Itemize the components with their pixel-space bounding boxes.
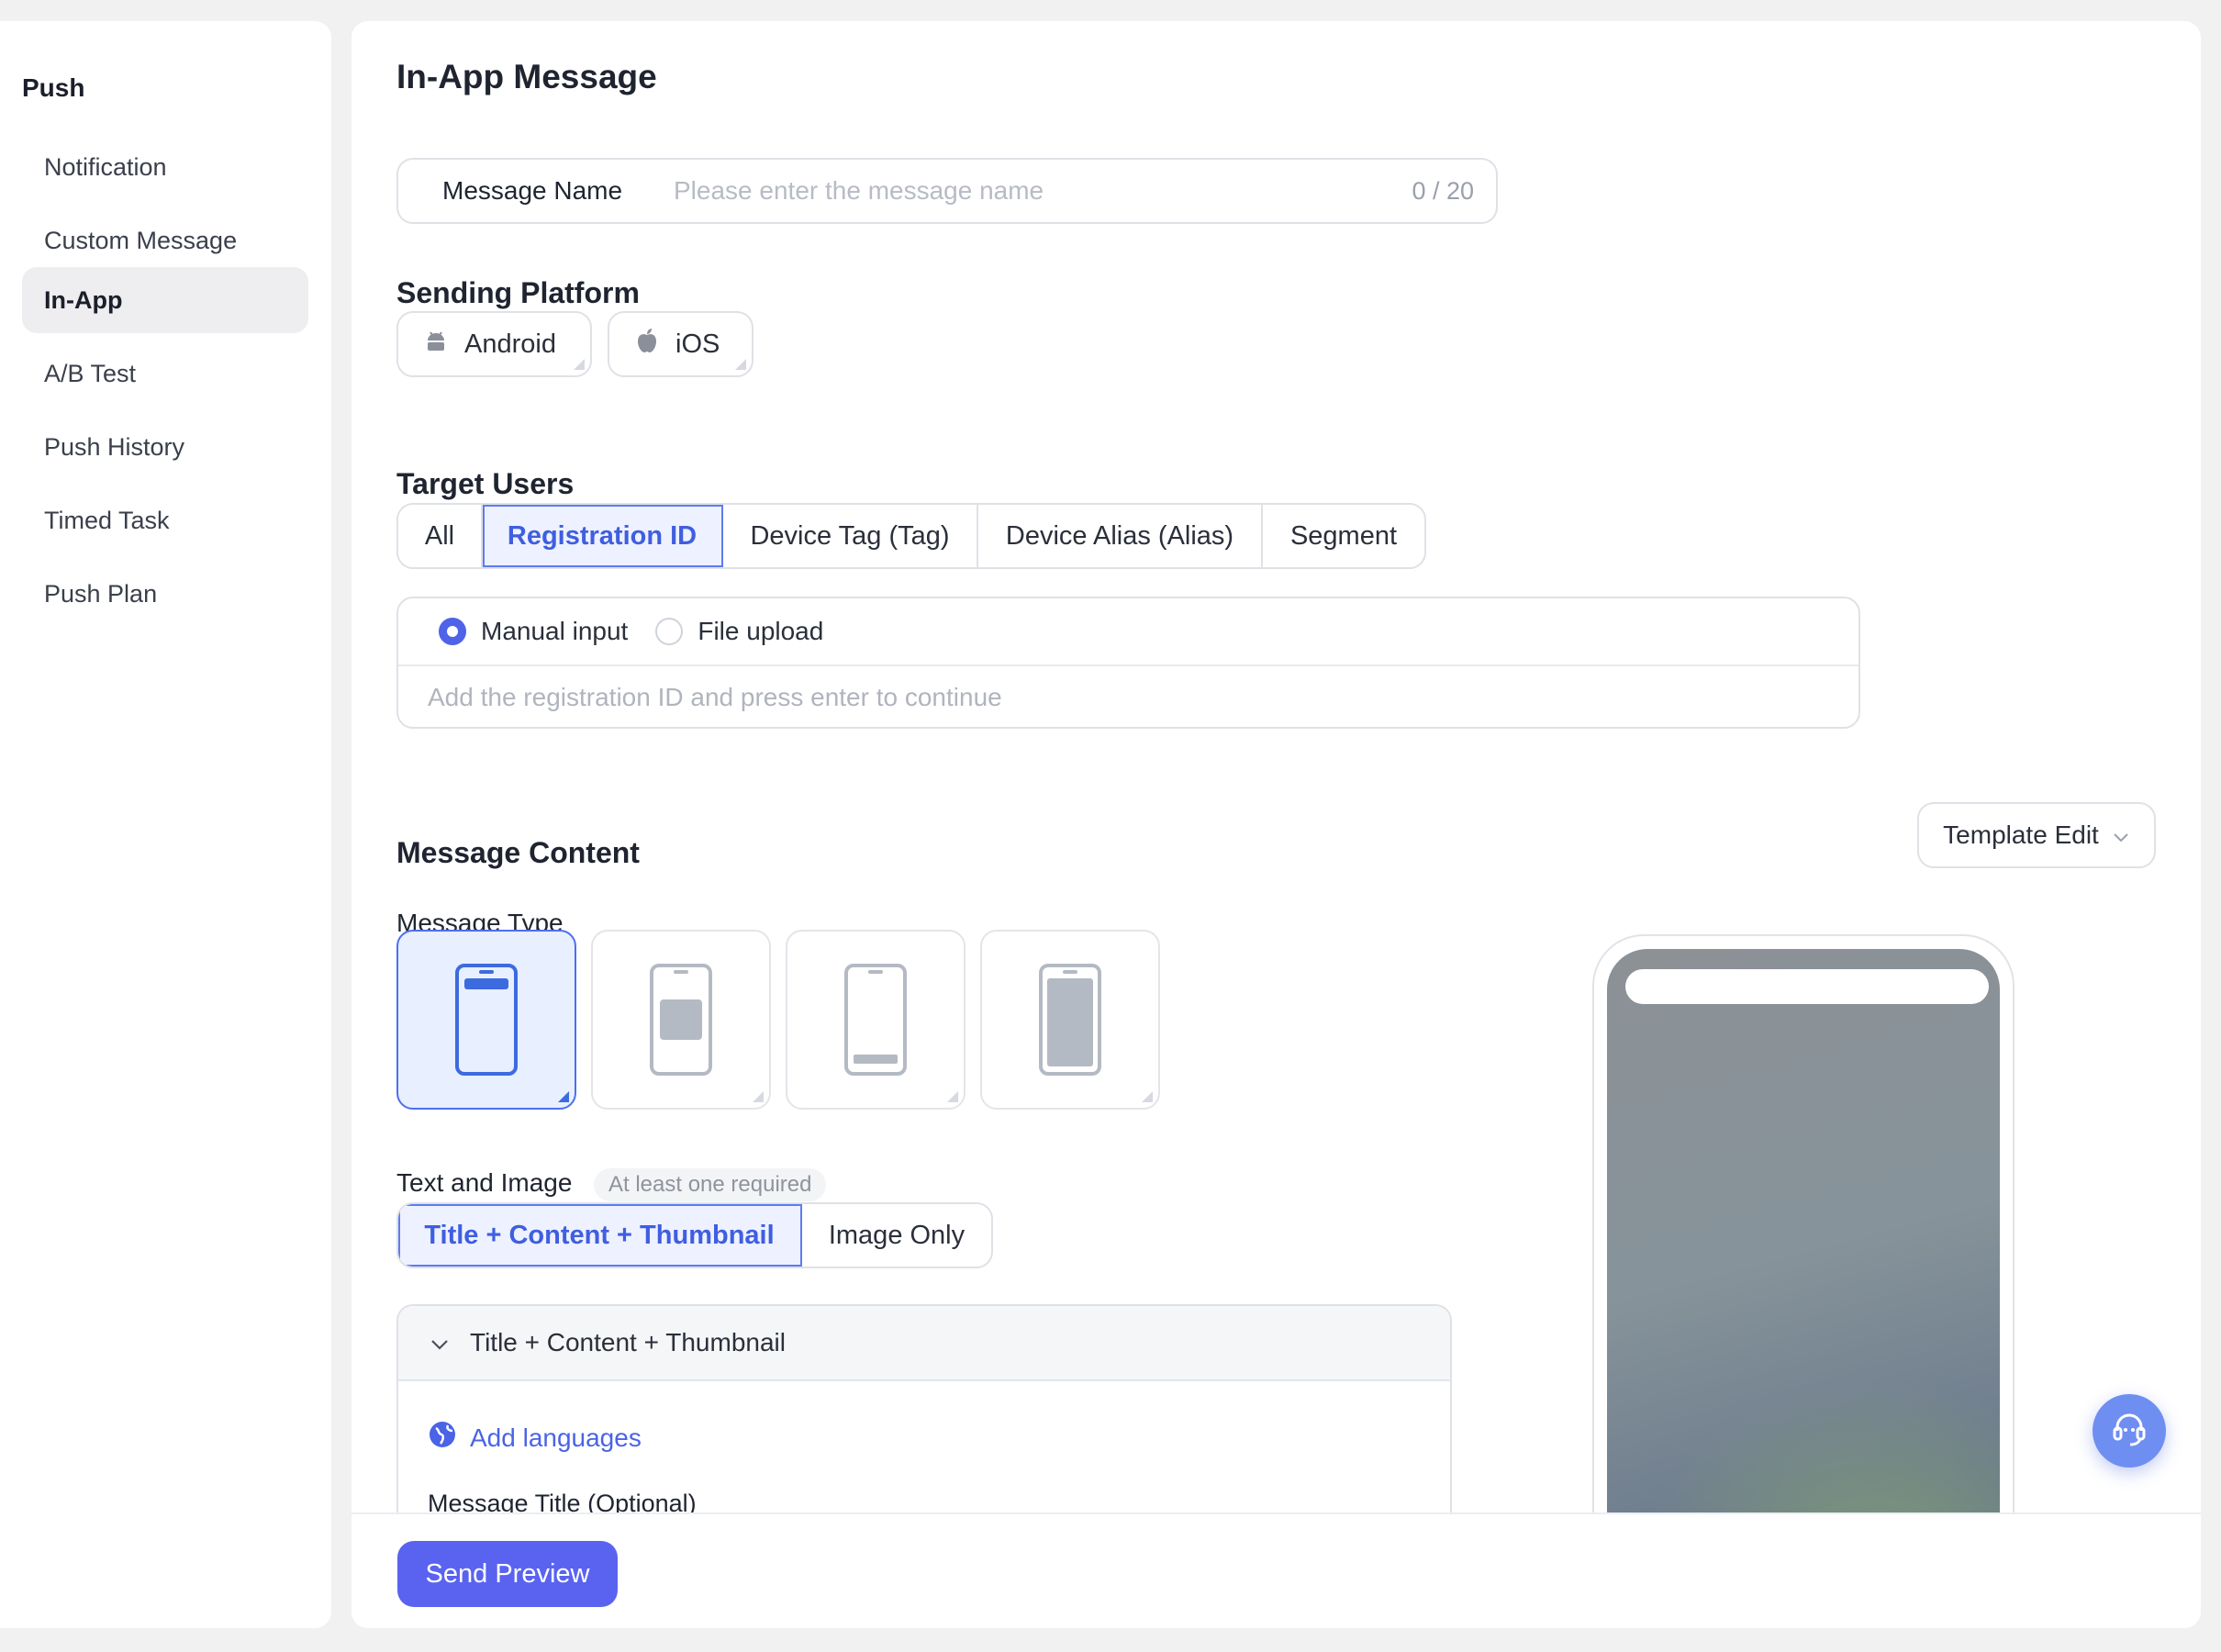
tab-title-content-thumbnail[interactable]: Title + Content + Thumbnail bbox=[398, 1204, 802, 1267]
chevron-down-icon bbox=[2112, 820, 2130, 850]
corner-mark bbox=[753, 1091, 764, 1102]
chevron-down-icon bbox=[430, 1328, 450, 1357]
phone-banner-top-icon bbox=[455, 964, 518, 1076]
corner-mark bbox=[558, 1091, 569, 1102]
sidebar-item-timed-task[interactable]: Timed Task bbox=[22, 487, 308, 553]
phone-modal-center-icon bbox=[650, 964, 712, 1076]
radio-file-upload-label: File upload bbox=[698, 617, 824, 645]
message-type-banner-bottom[interactable] bbox=[786, 930, 965, 1110]
sidebar-item-ab-test[interactable]: A/B Test bbox=[22, 340, 308, 407]
content-panel-header[interactable]: Title + Content + Thumbnail bbox=[398, 1306, 1450, 1381]
platform-android-label: Android bbox=[464, 329, 556, 359]
phone-preview-banner bbox=[1625, 969, 1989, 1004]
android-icon bbox=[424, 329, 448, 360]
sending-platform-heading: Sending Platform bbox=[396, 276, 640, 309]
tab-image-only[interactable]: Image Only bbox=[802, 1204, 991, 1267]
sidebar-item-notification[interactable]: Notification bbox=[22, 134, 308, 200]
phone-fullscreen-icon bbox=[1039, 964, 1101, 1076]
sidebar-item-push-plan[interactable]: Push Plan bbox=[22, 561, 308, 627]
platform-ios-button[interactable]: iOS bbox=[608, 311, 753, 377]
sidebar-item-in-app[interactable]: In-App bbox=[22, 267, 308, 333]
platform-android-button[interactable]: Android bbox=[396, 311, 592, 377]
corner-mark bbox=[574, 359, 585, 370]
target-users-heading: Target Users bbox=[396, 467, 575, 500]
message-name-field: Message Name 0 / 20 bbox=[396, 158, 1498, 224]
sidebar-item-custom-message[interactable]: Custom Message bbox=[22, 207, 308, 273]
tab-device-tag[interactable]: Device Tag (Tag) bbox=[723, 505, 978, 567]
required-hint-badge: At least one required bbox=[594, 1168, 827, 1201]
registration-id-box: Manual input File upload bbox=[396, 597, 1860, 729]
radio-manual-input-label: Manual input bbox=[481, 617, 629, 645]
tab-device-alias[interactable]: Device Alias (Alias) bbox=[978, 505, 1263, 567]
message-type-fullscreen[interactable] bbox=[980, 930, 1160, 1110]
template-edit-label: Template Edit bbox=[1943, 820, 2099, 849]
radio-file-upload[interactable]: File upload bbox=[655, 617, 823, 646]
phone-banner-bottom-icon bbox=[844, 964, 907, 1076]
platform-ios-label: iOS bbox=[675, 329, 720, 359]
text-and-image-label: Text and Image bbox=[396, 1168, 573, 1197]
page-title: In-App Message bbox=[396, 58, 657, 95]
text-image-tabs: Title + Content + Thumbnail Image Only bbox=[396, 1202, 993, 1268]
corner-mark bbox=[735, 359, 746, 370]
message-name-counter: 0 / 20 bbox=[1412, 176, 1474, 205]
registration-id-input[interactable] bbox=[428, 672, 1804, 723]
radio-dot-checked bbox=[439, 618, 466, 645]
add-languages-label: Add languages bbox=[470, 1423, 642, 1452]
message-name-input[interactable] bbox=[674, 176, 1412, 206]
footer-bar: Send Preview bbox=[352, 1512, 2201, 1628]
support-chat-button[interactable] bbox=[2093, 1394, 2166, 1468]
message-name-label: Message Name bbox=[442, 176, 623, 205]
radio-manual-input[interactable]: Manual input bbox=[439, 617, 628, 646]
sidebar-title: Push bbox=[22, 73, 85, 102]
target-users-tabs: All Registration ID Device Tag (Tag) Dev… bbox=[396, 503, 1426, 569]
add-languages-link[interactable]: Add languages bbox=[428, 1420, 642, 1456]
tab-all[interactable]: All bbox=[398, 505, 483, 567]
template-edit-dropdown[interactable]: Template Edit bbox=[1917, 802, 2156, 868]
tab-registration-id[interactable]: Registration ID bbox=[483, 505, 723, 567]
corner-mark bbox=[1142, 1091, 1153, 1102]
radio-dot-unchecked bbox=[655, 618, 684, 645]
send-preview-button[interactable]: Send Preview bbox=[397, 1541, 618, 1607]
input-mode-radio-group: Manual input File upload bbox=[398, 598, 1858, 666]
globe-icon bbox=[428, 1420, 457, 1456]
tab-segment[interactable]: Segment bbox=[1263, 505, 1424, 567]
sidebar: Push Notification Custom Message In-App … bbox=[0, 21, 331, 1628]
corner-mark bbox=[947, 1091, 958, 1102]
headset-icon bbox=[2109, 1409, 2149, 1454]
content-panel-title: Title + Content + Thumbnail bbox=[470, 1328, 786, 1356]
apple-icon bbox=[635, 327, 659, 362]
message-content-heading: Message Content bbox=[396, 836, 640, 869]
sidebar-item-push-history[interactable]: Push History bbox=[22, 414, 308, 480]
main-panel: In-App Message Message Name 0 / 20 Sendi… bbox=[352, 21, 2201, 1628]
message-type-modal-center[interactable] bbox=[591, 930, 771, 1110]
message-type-banner-top[interactable] bbox=[396, 930, 576, 1110]
